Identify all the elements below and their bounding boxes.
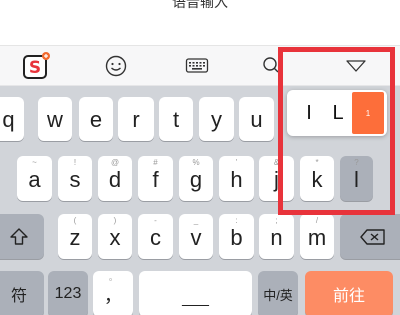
- ime-toolbar: S: [0, 46, 400, 86]
- key-w[interactable]: w: [38, 97, 72, 141]
- input-title: 语音输入: [172, 0, 228, 10]
- collapse-triangle-icon: [346, 60, 366, 72]
- key-d[interactable]: @ d: [98, 156, 132, 201]
- key-m[interactable]: / m: [300, 214, 334, 259]
- key-f[interactable]: # f: [138, 156, 173, 201]
- key-k[interactable]: * k: [300, 156, 334, 201]
- key-a[interactable]: ~ a: [17, 156, 52, 201]
- key-u[interactable]: u: [239, 97, 274, 141]
- svg-text:S: S: [29, 58, 41, 78]
- key-y[interactable]: y: [199, 97, 234, 141]
- key-h[interactable]: ' h: [219, 156, 254, 201]
- emoji-button[interactable]: [100, 46, 132, 86]
- key-n[interactable]: ; n: [259, 214, 294, 259]
- key-b[interactable]: :b: [219, 214, 254, 259]
- key-l-pressed[interactable]: ? l: [340, 156, 373, 201]
- keyboard-screen: 语音输入 S q w e r t y u ~ a ! s @ d # f % g…: [0, 0, 400, 315]
- shift-key[interactable]: [0, 214, 44, 259]
- candidate-item[interactable]: I: [295, 90, 323, 136]
- number-key[interactable]: 123: [48, 271, 88, 315]
- candidate-popup: I L 1: [287, 90, 387, 136]
- keyboard-switch-button[interactable]: [180, 46, 214, 86]
- search-icon: [263, 57, 279, 73]
- top-bar: 语音输入: [0, 0, 400, 46]
- key-s[interactable]: ! s: [58, 156, 92, 201]
- key-c[interactable]: -c: [138, 214, 173, 259]
- sogou-logo-button[interactable]: S: [18, 46, 54, 86]
- key-t[interactable]: t: [159, 97, 193, 141]
- language-switch-key[interactable]: 中/英: [258, 271, 298, 315]
- go-key[interactable]: 前往: [305, 271, 393, 315]
- candidate-item[interactable]: L: [325, 90, 351, 136]
- symbols-key[interactable]: 符: [0, 271, 44, 315]
- candidate-selected[interactable]: 1: [352, 92, 384, 134]
- key-j[interactable]: & j: [259, 156, 294, 201]
- key-v[interactable]: _ v: [179, 214, 213, 259]
- shift-arrow-icon: [10, 227, 28, 245]
- backspace-icon: [360, 228, 385, 245]
- search-button[interactable]: [262, 46, 288, 86]
- space-key[interactable]: ___: [139, 271, 252, 315]
- comma-key[interactable]: 。 ，: [93, 271, 133, 315]
- delete-key[interactable]: [340, 214, 400, 259]
- sogou-logo-icon: S: [23, 52, 50, 79]
- key-e[interactable]: e: [79, 97, 113, 141]
- smiley-icon: [105, 55, 127, 77]
- key-r[interactable]: r: [118, 97, 154, 141]
- collapse-keyboard-button[interactable]: [340, 46, 372, 86]
- key-z[interactable]: (z: [58, 214, 92, 259]
- key-q[interactable]: q: [0, 97, 24, 141]
- key-x[interactable]: ) x: [98, 214, 132, 259]
- keyboard-icon: [185, 58, 209, 73]
- key-g[interactable]: % g: [179, 156, 213, 201]
